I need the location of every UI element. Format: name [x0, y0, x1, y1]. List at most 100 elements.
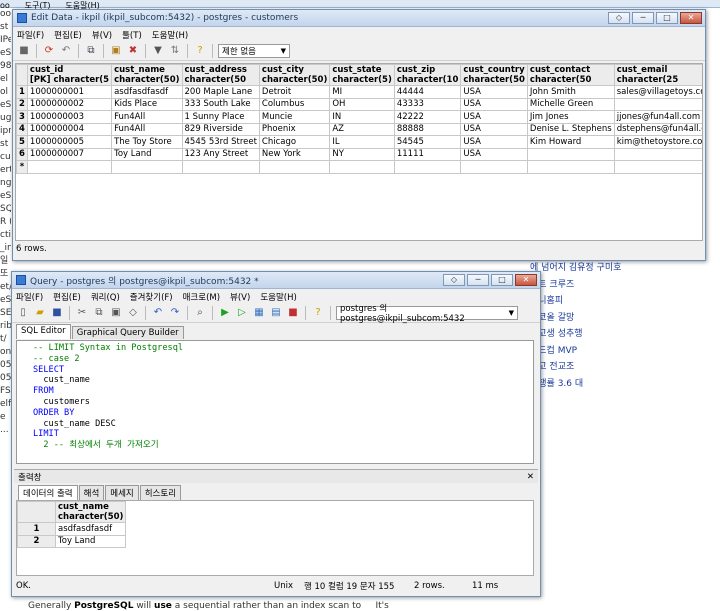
- execute-pgscript-icon[interactable]: ▷: [235, 306, 249, 320]
- column-header-cust-contact[interactable]: cust_contact character(50: [526, 64, 615, 86]
- restore-icon[interactable]: ◇: [608, 12, 630, 24]
- copy-icon[interactable]: ⧉: [92, 306, 106, 320]
- undo-icon[interactable]: ↶: [151, 306, 165, 320]
- refresh-icon[interactable]: ⟳: [42, 44, 56, 58]
- table-cell[interactable]: asdfasdfasdf: [54, 522, 127, 536]
- table-cell[interactable]: [613, 147, 702, 161]
- maximize-button[interactable]: □: [656, 12, 678, 24]
- row-number[interactable]: 1: [17, 522, 56, 536]
- execute-icon[interactable]: ▶: [218, 306, 232, 320]
- column-header-cust-state[interactable]: cust_state character(5): [329, 64, 395, 86]
- cancel-query-icon[interactable]: ■: [286, 306, 300, 320]
- table-cell[interactable]: 1000000007: [26, 147, 113, 161]
- table-cell[interactable]: Toy Land: [54, 534, 127, 548]
- table-cell[interactable]: Fun4All: [111, 122, 183, 136]
- menu-query[interactable]: 쿼리(Q): [91, 291, 120, 303]
- row-number[interactable]: 5: [16, 135, 28, 149]
- open-folder-icon[interactable]: ▰: [33, 306, 47, 320]
- table-cell[interactable]: AZ: [329, 122, 395, 136]
- column-header-cust-email[interactable]: cust_email character(25: [613, 64, 702, 86]
- table-cell[interactable]: 1000000001: [26, 85, 113, 99]
- menu-help[interactable]: 도움말(H): [152, 29, 188, 41]
- table-cell[interactable]: 4545 53rd Street: [181, 135, 260, 149]
- new-row[interactable]: *: [16, 160, 702, 174]
- table-cell[interactable]: MI: [329, 85, 395, 99]
- save-icon[interactable]: ■: [17, 44, 31, 58]
- table-cell[interactable]: 200 Maple Lane: [181, 85, 260, 99]
- table-cell[interactable]: 1 Sunny Place: [181, 110, 260, 124]
- menu-edit[interactable]: 편집(E): [54, 29, 82, 41]
- table-cell[interactable]: [111, 160, 183, 174]
- table-cell[interactable]: USA: [460, 122, 528, 136]
- table-cell[interactable]: [526, 147, 615, 161]
- table-cell[interactable]: 88888: [393, 122, 462, 136]
- copy-icon[interactable]: ⧉: [84, 44, 98, 58]
- table-cell[interactable]: 42222: [393, 110, 462, 124]
- table-cell[interactable]: [460, 160, 528, 174]
- table-cell[interactable]: John Smith: [526, 85, 615, 99]
- table-cell[interactable]: USA: [460, 85, 528, 99]
- tab-data-output[interactable]: 데이터의 출력: [18, 485, 78, 500]
- edit-window-titlebar[interactable]: Edit Data - ikpil (ikpil_subcom:5432) - …: [13, 10, 705, 27]
- column-header-cust-zip[interactable]: cust_zip character(10: [393, 64, 462, 86]
- paste-icon[interactable]: ▣: [109, 306, 123, 320]
- menu-help[interactable]: 도움말(H): [260, 291, 296, 303]
- table-cell[interactable]: [526, 160, 615, 174]
- paste-icon[interactable]: ▣: [109, 44, 123, 58]
- table-cell[interactable]: IL: [329, 135, 395, 149]
- find-icon[interactable]: ⌕: [193, 306, 207, 320]
- row-number[interactable]: 4: [16, 122, 28, 136]
- menu-view[interactable]: 뷰(V): [230, 291, 250, 303]
- tab-graphical-query-builder[interactable]: Graphical Query Builder: [71, 326, 184, 339]
- bg-link[interactable]: 경쟁률 3.6 대: [530, 376, 630, 393]
- table-cell[interactable]: Denise L. Stephens: [526, 122, 615, 136]
- table-cell[interactable]: OH: [329, 97, 395, 111]
- delete-icon[interactable]: ✖: [126, 44, 140, 58]
- table-cell[interactable]: The Toy Store: [111, 135, 183, 149]
- table-cell[interactable]: [613, 97, 702, 111]
- clear-icon[interactable]: ◇: [126, 306, 140, 320]
- sort-icon[interactable]: ⇅: [168, 44, 182, 58]
- query-window-titlebar[interactable]: Query - postgres 의 postgres@ikpil_subcom…: [12, 272, 540, 289]
- table-cell[interactable]: Jim Jones: [526, 110, 615, 124]
- table-cell[interactable]: 1000000003: [26, 110, 113, 124]
- explain-icon[interactable]: ▦: [252, 306, 266, 320]
- table-cell[interactable]: [258, 160, 331, 174]
- minimize-button[interactable]: ─: [632, 12, 654, 24]
- table-cell[interactable]: asdfasdfasdf: [111, 85, 183, 99]
- tab-sql-editor[interactable]: SQL Editor: [16, 324, 71, 339]
- table-cell[interactable]: Columbus: [258, 97, 331, 111]
- table-cell[interactable]: 829 Riverside: [181, 122, 260, 136]
- table-cell[interactable]: sales@villagetoys.com: [613, 85, 702, 99]
- table-cell[interactable]: Chicago: [258, 135, 331, 149]
- table-cell[interactable]: Kids Place: [111, 97, 183, 111]
- table-cell[interactable]: Michelle Green: [526, 97, 615, 111]
- table-cell[interactable]: [393, 160, 462, 174]
- bg-link[interactable]: 레트 크루즈: [530, 277, 630, 294]
- menu-edit[interactable]: 편집(E): [53, 291, 81, 303]
- tab-explain[interactable]: 해석: [78, 485, 105, 500]
- new-file-icon[interactable]: ▯: [16, 306, 30, 320]
- close-button[interactable]: ✕: [515, 274, 537, 286]
- menu-macros[interactable]: 매크로(M): [183, 291, 220, 303]
- bg-link[interactable]: 미니홈피: [530, 293, 630, 310]
- result-column-header[interactable]: cust_name character(50): [54, 501, 127, 523]
- table-cell[interactable]: 11111: [393, 147, 462, 161]
- minimize-button[interactable]: ─: [467, 274, 489, 286]
- table-cell[interactable]: [613, 160, 702, 174]
- table-cell[interactable]: USA: [460, 135, 528, 149]
- execute-to-file-icon[interactable]: ▤: [269, 306, 283, 320]
- table-cell[interactable]: 123 Any Street: [181, 147, 260, 161]
- table-cell[interactable]: USA: [460, 97, 528, 111]
- filter-icon[interactable]: ▼: [151, 44, 165, 58]
- cut-icon[interactable]: ✂: [75, 306, 89, 320]
- new-row-marker[interactable]: *: [16, 160, 28, 174]
- row-number[interactable]: 6: [16, 147, 28, 161]
- close-button[interactable]: ✕: [680, 12, 702, 24]
- table-cell[interactable]: USA: [460, 110, 528, 124]
- help-icon[interactable]: ?: [193, 44, 207, 58]
- table-cell[interactable]: 54545: [393, 135, 462, 149]
- table-cell[interactable]: Detroit: [258, 85, 331, 99]
- table-cell[interactable]: 1000000005: [26, 135, 113, 149]
- table-cell[interactable]: Phoenix: [258, 122, 331, 136]
